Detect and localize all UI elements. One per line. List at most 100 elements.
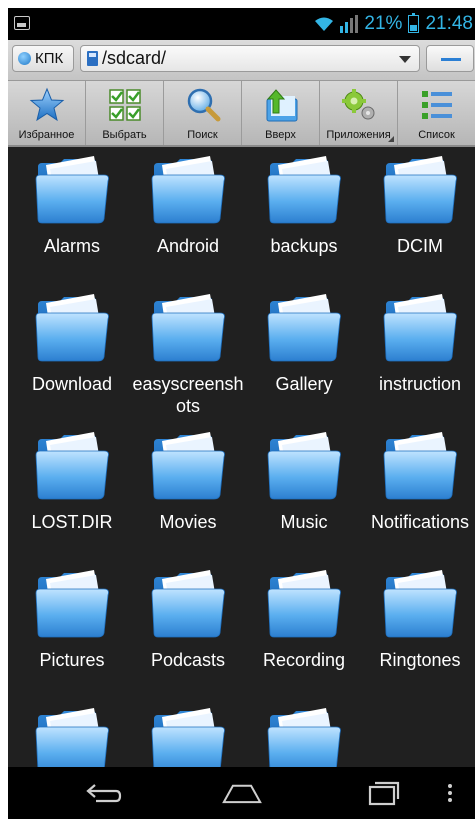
folder-icon — [383, 294, 457, 362]
folder-name: Download — [31, 374, 113, 394]
up-button[interactable]: Вверх — [242, 81, 320, 145]
signal-icon — [340, 15, 359, 33]
folder-icon — [267, 432, 341, 500]
toolbar-label: Выбрать — [102, 129, 147, 141]
list-view-icon — [421, 91, 452, 119]
folder-name: Notifications — [370, 512, 470, 532]
folder-item[interactable]: Pictures — [14, 567, 130, 671]
folder-icon — [35, 708, 109, 767]
status-indicators: 21% 21:48 — [314, 13, 473, 35]
toolbar-label: Список — [418, 129, 455, 141]
sdcard-icon — [87, 51, 98, 66]
folder-name: Podcasts — [150, 650, 226, 670]
folder-icon — [35, 294, 109, 362]
folder-icon — [151, 156, 225, 224]
folder-icon — [151, 432, 225, 500]
folder-name: backups — [270, 236, 338, 256]
folder-item[interactable]: Android — [130, 153, 246, 257]
search-icon — [187, 88, 220, 122]
select-grid-icon — [108, 89, 141, 121]
folder-item[interactable]: LOST.DIR — [14, 429, 130, 533]
folder-item[interactable]: Notifications — [362, 429, 475, 533]
menu-icon — [448, 784, 452, 802]
path-bar: КПК /sdcard/ — [8, 40, 475, 81]
folder-icon — [151, 708, 225, 767]
folder-item[interactable]: Music — [246, 429, 362, 533]
status-bar: 21% 21:48 — [8, 8, 475, 40]
path-dropdown[interactable]: /sdcard/ — [80, 45, 420, 72]
home-button[interactable] — [222, 777, 262, 809]
favorites-button[interactable]: Избранное — [8, 81, 86, 145]
applications-button[interactable]: Приложения — [320, 81, 398, 145]
toolbar-label: Поиск — [187, 129, 218, 141]
toolbar: Избранное Выбрать Поиск Вверх Приложения… — [8, 81, 475, 147]
folder-item[interactable]: Gallery — [246, 291, 362, 395]
folder-item[interactable]: backups — [246, 153, 362, 257]
folder-name: LOST.DIR — [31, 512, 113, 532]
chevron-down-icon — [399, 56, 411, 63]
location-label: КПК — [35, 50, 64, 67]
folder-icon — [35, 570, 109, 638]
toolbar-label: Приложения — [326, 129, 391, 141]
folder-item[interactable]: instruction — [362, 291, 475, 395]
folder-icon — [267, 294, 341, 362]
recent-apps-button[interactable] — [364, 777, 404, 809]
folder-item[interactable] — [130, 705, 246, 767]
wifi-icon — [315, 17, 334, 31]
navigation-bar — [8, 767, 475, 819]
location-button[interactable]: КПК — [12, 45, 74, 72]
folder-name: easyscreenshots — [132, 374, 244, 416]
folder-name: Movies — [159, 512, 217, 532]
battery-percent: 21% — [364, 13, 403, 34]
folder-name: instruction — [378, 374, 462, 394]
folder-icon — [151, 294, 225, 362]
list-view-button[interactable]: Список — [398, 81, 475, 145]
folder-item[interactable]: easyscreenshots — [130, 291, 246, 417]
battery-icon — [408, 13, 420, 33]
folder-icon — [383, 432, 457, 500]
folder-icon — [383, 570, 457, 638]
back-button[interactable] — [82, 777, 122, 809]
top-edge — [0, 0, 475, 8]
file-grid: Alarms Android backups DCIM Download easyscre… — [8, 147, 475, 767]
back-icon — [86, 784, 122, 803]
folder-icon — [267, 708, 341, 767]
toolbar-label: Избранное — [18, 129, 75, 141]
folder-item[interactable]: Movies — [130, 429, 246, 533]
folder-name: Gallery — [275, 374, 333, 394]
phone-screen: 21% 21:48 КПК /sdcard/ Избранное Выбрать… — [8, 8, 475, 819]
collapse-button[interactable] — [426, 45, 474, 72]
recent-apps-icon — [368, 781, 400, 806]
screenshot-notification-icon — [14, 16, 30, 30]
folder-item[interactable]: Ringtones — [362, 567, 475, 671]
folder-icon — [35, 156, 109, 224]
folder-item[interactable] — [14, 705, 130, 767]
folder-item[interactable]: Download — [14, 291, 130, 395]
menu-button[interactable] — [440, 777, 460, 809]
folder-icon — [383, 156, 457, 224]
folder-icon — [267, 570, 341, 638]
folder-name: Alarms — [43, 236, 100, 256]
toolbar-label: Вверх — [265, 129, 296, 141]
folder-icon — [151, 570, 225, 638]
folder-icon — [35, 432, 109, 500]
folder-item[interactable]: DCIM — [362, 153, 475, 257]
folder-item[interactable] — [246, 705, 362, 767]
folder-name: DCIM — [397, 236, 443, 256]
folder-name: Pictures — [39, 650, 105, 670]
clock: 21:48 — [425, 13, 473, 34]
folder-name: Recording — [262, 650, 346, 670]
folder-item[interactable]: Alarms — [14, 153, 130, 257]
current-path: /sdcard/ — [102, 48, 167, 68]
search-button[interactable]: Поиск — [164, 81, 242, 145]
folder-name: Ringtones — [379, 650, 461, 670]
folder-up-icon — [266, 89, 297, 122]
folder-item[interactable]: Podcasts — [130, 567, 246, 671]
submenu-indicator-icon — [388, 136, 394, 142]
folder-item[interactable]: Recording — [246, 567, 362, 671]
gears-icon — [341, 89, 374, 120]
select-button[interactable]: Выбрать — [86, 81, 164, 145]
star-icon — [29, 87, 64, 122]
device-icon — [18, 52, 31, 65]
folder-name: Music — [280, 512, 328, 532]
